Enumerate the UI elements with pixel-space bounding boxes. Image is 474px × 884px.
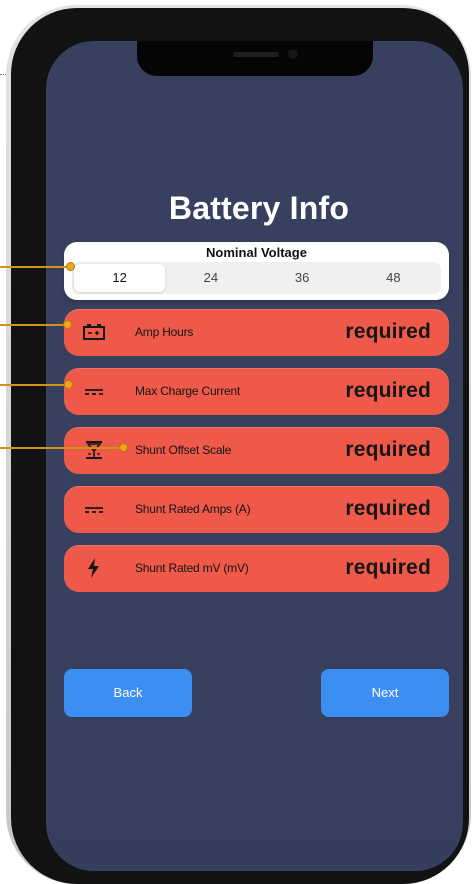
battery-info-screen: Battery Info Nominal Voltage 12 24 36 48 bbox=[46, 41, 463, 871]
max-charge-current-label: Max Charge Current bbox=[135, 384, 241, 398]
voltage-option-36[interactable]: 36 bbox=[257, 264, 348, 292]
lightning-bolt-icon bbox=[80, 557, 108, 579]
shunt-offset-scale-value: required bbox=[345, 438, 431, 461]
battery-icon bbox=[80, 321, 108, 343]
callout-line-voltage bbox=[0, 266, 70, 268]
shunt-offset-scale-label: Shunt Offset Scale bbox=[135, 443, 232, 457]
callout-dot-amp-hours bbox=[63, 320, 72, 329]
nominal-voltage-label: Nominal Voltage bbox=[206, 245, 307, 260]
shunt-rated-amps-field[interactable]: Shunt Rated Amps (A) required bbox=[64, 486, 449, 533]
max-charge-current-value: required bbox=[345, 379, 431, 402]
callout-dot-max-charge bbox=[64, 380, 73, 389]
dc-current-icon bbox=[80, 498, 108, 520]
phone-frame: Battery Info Nominal Voltage 12 24 36 48 bbox=[11, 8, 469, 884]
shunt-rated-mv-label: Shunt Rated mV (mV) bbox=[135, 561, 249, 575]
callout-line-amp-hours bbox=[0, 324, 67, 326]
phone-notch bbox=[137, 41, 373, 76]
callout-line-shunt-offset bbox=[0, 447, 123, 449]
dc-current-icon bbox=[80, 380, 108, 402]
voltage-option-12[interactable]: 12 bbox=[74, 264, 166, 292]
nominal-voltage-card: Nominal Voltage 12 24 36 48 bbox=[64, 242, 449, 300]
shunt-rated-mv-value: required bbox=[345, 556, 431, 579]
max-charge-current-field[interactable]: Max Charge Current required bbox=[64, 368, 449, 415]
callout-dot-shunt-offset bbox=[119, 443, 128, 452]
amp-hours-label: Amp Hours bbox=[135, 325, 194, 339]
callout-dot-voltage bbox=[66, 262, 75, 271]
device-mockup: Battery Info Nominal Voltage 12 24 36 48 bbox=[0, 0, 474, 884]
next-button[interactable]: Next bbox=[321, 669, 449, 717]
page-title: Battery Info bbox=[168, 190, 350, 226]
screen-bottom-shade bbox=[46, 741, 463, 871]
amp-hours-field[interactable]: Amp Hours required bbox=[64, 309, 449, 356]
shunt-offset-icon bbox=[80, 439, 108, 461]
shunt-rated-mv-field[interactable]: Shunt Rated mV (mV) required bbox=[64, 545, 449, 592]
amp-hours-value: required bbox=[345, 320, 431, 343]
nominal-voltage-segmented-control: 12 24 36 48 bbox=[72, 262, 441, 294]
front-camera bbox=[288, 49, 298, 59]
shunt-rated-amps-value: required bbox=[345, 497, 431, 520]
back-button[interactable]: Back bbox=[64, 669, 192, 717]
voltage-option-24[interactable]: 24 bbox=[165, 264, 256, 292]
shunt-rated-amps-label: Shunt Rated Amps (A) bbox=[135, 502, 251, 516]
voltage-option-48[interactable]: 48 bbox=[348, 264, 439, 292]
callout-line-max-charge bbox=[0, 384, 68, 386]
speaker-grille bbox=[233, 52, 279, 57]
